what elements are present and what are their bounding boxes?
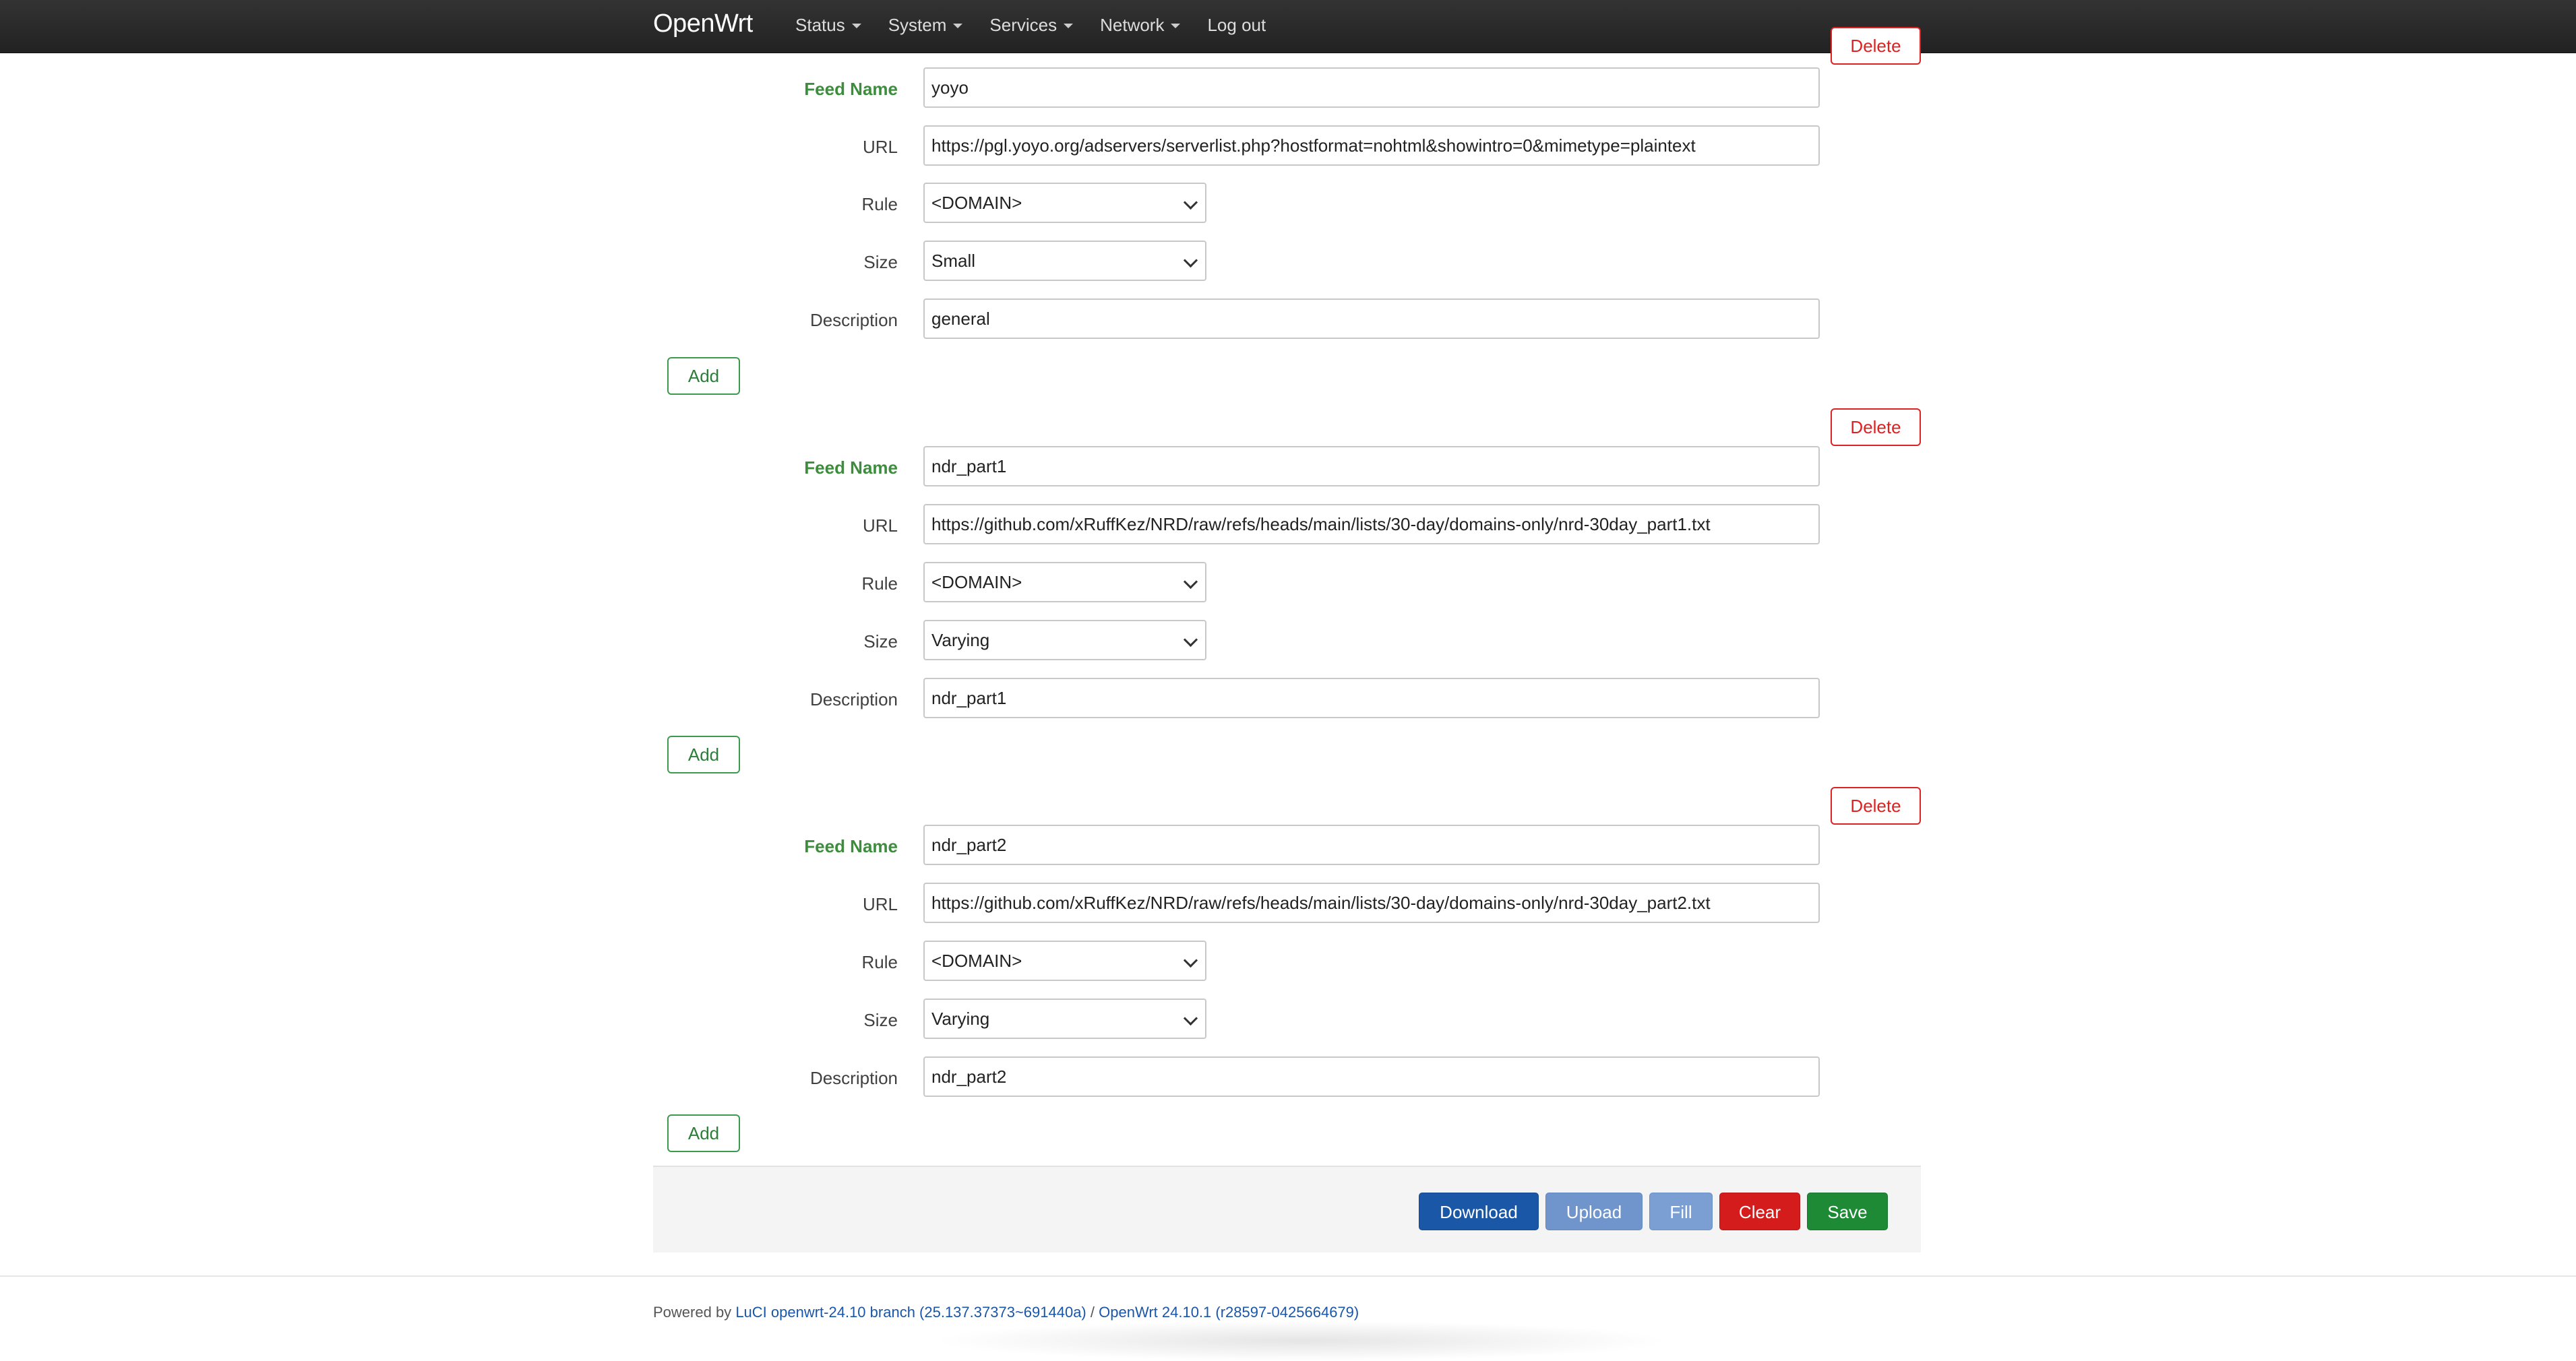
brand-logo[interactable]: OpenWrt (653, 9, 753, 38)
caret-down-icon (851, 24, 861, 28)
description-row: Description general (0, 298, 2576, 339)
size-label: Size (863, 252, 898, 272)
menu-network-label: Network (1100, 15, 1165, 35)
size-label: Size (863, 631, 898, 652)
description-label: Description (809, 689, 898, 709)
form-actions-bar: Download Upload Fill Clear Save (653, 1166, 1921, 1253)
url-row: URL https://pgl.yoyo.org/adservers/serve… (0, 125, 2576, 166)
size-select-value: Varying (931, 1009, 990, 1029)
footer-divider (0, 1275, 2576, 1277)
add-feed-button[interactable]: Add (667, 1114, 740, 1152)
add-feed-button[interactable]: Add (667, 736, 740, 773)
feed-name-label: Feed Name (804, 457, 898, 478)
rule-row: Rule <DOMAIN> (0, 562, 2576, 602)
footer-powered-by: Powered by (653, 1304, 732, 1321)
chevron-down-icon (1183, 953, 1198, 968)
add-feed-button[interactable]: Add (667, 357, 740, 395)
size-row: Size Varying (0, 999, 2576, 1039)
rule-select[interactable]: <DOMAIN> (923, 183, 1206, 223)
size-label: Size (863, 1010, 898, 1030)
delete-feed-button[interactable]: Delete (1831, 27, 1921, 65)
chevron-down-icon (1183, 195, 1198, 210)
url-input[interactable]: https://github.com/xRuffKez/NRD/raw/refs… (923, 504, 1820, 544)
chevron-down-icon (1183, 632, 1198, 647)
description-input[interactable]: general (923, 298, 1820, 339)
feed-name-row: Feed Name ndr_part1 (0, 446, 2576, 486)
page-footer: Powered by LuCI openwrt-24.10 branch (25… (653, 1304, 1359, 1321)
size-row: Size Varying (0, 620, 2576, 660)
description-row: Description ndr_part1 (0, 678, 2576, 718)
rule-select-value: <DOMAIN> (931, 193, 1022, 213)
url-label: URL (862, 894, 898, 914)
description-label: Description (809, 310, 898, 330)
url-label: URL (862, 137, 898, 157)
menu-logout[interactable]: Log out (1207, 15, 1266, 36)
size-select[interactable]: Varying (923, 620, 1206, 660)
openwrt-version-link[interactable]: OpenWrt 24.10.1 (r28597-0425664679) (1099, 1304, 1359, 1321)
feed-name-input[interactable]: ndr_part1 (923, 446, 1820, 486)
caret-down-icon (1064, 24, 1074, 28)
chevron-down-icon (1183, 1011, 1198, 1026)
size-row: Size Small (0, 241, 2576, 281)
menu-status-label: Status (795, 15, 845, 35)
feed-name-row: Feed Name ndr_part2 (0, 825, 2576, 865)
rule-select-value: <DOMAIN> (931, 951, 1022, 971)
url-row: URL https://github.com/xRuffKez/NRD/raw/… (0, 883, 2576, 923)
delete-feed-button[interactable]: Delete (1831, 408, 1921, 446)
caret-down-icon (1171, 24, 1181, 28)
rule-select[interactable]: <DOMAIN> (923, 562, 1206, 602)
feed-name-row: Feed Name yoyo (0, 67, 2576, 108)
menu-system[interactable]: System (888, 15, 963, 36)
rule-select-value: <DOMAIN> (931, 572, 1022, 592)
fill-button[interactable]: Fill (1649, 1193, 1713, 1230)
upload-button[interactable]: Upload (1545, 1193, 1643, 1230)
menu-network[interactable]: Network (1100, 15, 1181, 36)
clear-button[interactable]: Clear (1719, 1193, 1800, 1230)
bottom-shadow (930, 1321, 1672, 1361)
menu-services[interactable]: Services (989, 15, 1074, 36)
delete-feed-button[interactable]: Delete (1831, 787, 1921, 825)
feed-name-input[interactable]: yoyo (923, 67, 1820, 108)
caret-down-icon (953, 24, 963, 28)
description-input[interactable]: ndr_part1 (923, 678, 1820, 718)
description-label: Description (809, 1068, 898, 1088)
rule-select[interactable]: <DOMAIN> (923, 941, 1206, 981)
main-menu: Status System Services Network Log out (795, 15, 1293, 36)
size-select[interactable]: Varying (923, 999, 1206, 1039)
url-input[interactable]: https://github.com/xRuffKez/NRD/raw/refs… (923, 883, 1820, 923)
top-navbar: OpenWrt Status System Services Network L… (0, 0, 2576, 53)
size-select-value: Varying (931, 630, 990, 650)
menu-system-label: System (888, 15, 947, 35)
description-input[interactable]: ndr_part2 (923, 1056, 1820, 1097)
url-input[interactable]: https://pgl.yoyo.org/adservers/serverlis… (923, 125, 1820, 166)
footer-separator: / (1090, 1304, 1095, 1321)
download-button[interactable]: Download (1419, 1193, 1539, 1230)
description-row: Description ndr_part2 (0, 1056, 2576, 1097)
chevron-down-icon (1183, 574, 1198, 590)
menu-services-label: Services (989, 15, 1057, 35)
feed-name-label: Feed Name (804, 79, 898, 99)
rule-row: Rule <DOMAIN> (0, 941, 2576, 981)
chevron-down-icon (1183, 253, 1198, 268)
rule-label: Rule (861, 573, 898, 594)
size-select-value: Small (931, 251, 976, 271)
luci-version-link[interactable]: LuCI openwrt-24.10 branch (25.137.37373~… (735, 1304, 1086, 1321)
rule-row: Rule <DOMAIN> (0, 183, 2576, 223)
feed-name-input[interactable]: ndr_part2 (923, 825, 1820, 865)
size-select[interactable]: Small (923, 241, 1206, 281)
url-label: URL (862, 515, 898, 536)
rule-label: Rule (861, 194, 898, 214)
url-row: URL https://github.com/xRuffKez/NRD/raw/… (0, 504, 2576, 544)
save-button[interactable]: Save (1807, 1193, 1888, 1230)
rule-label: Rule (861, 952, 898, 972)
menu-status[interactable]: Status (795, 15, 861, 36)
feed-name-label: Feed Name (804, 836, 898, 856)
menu-logout-label: Log out (1207, 15, 1266, 35)
